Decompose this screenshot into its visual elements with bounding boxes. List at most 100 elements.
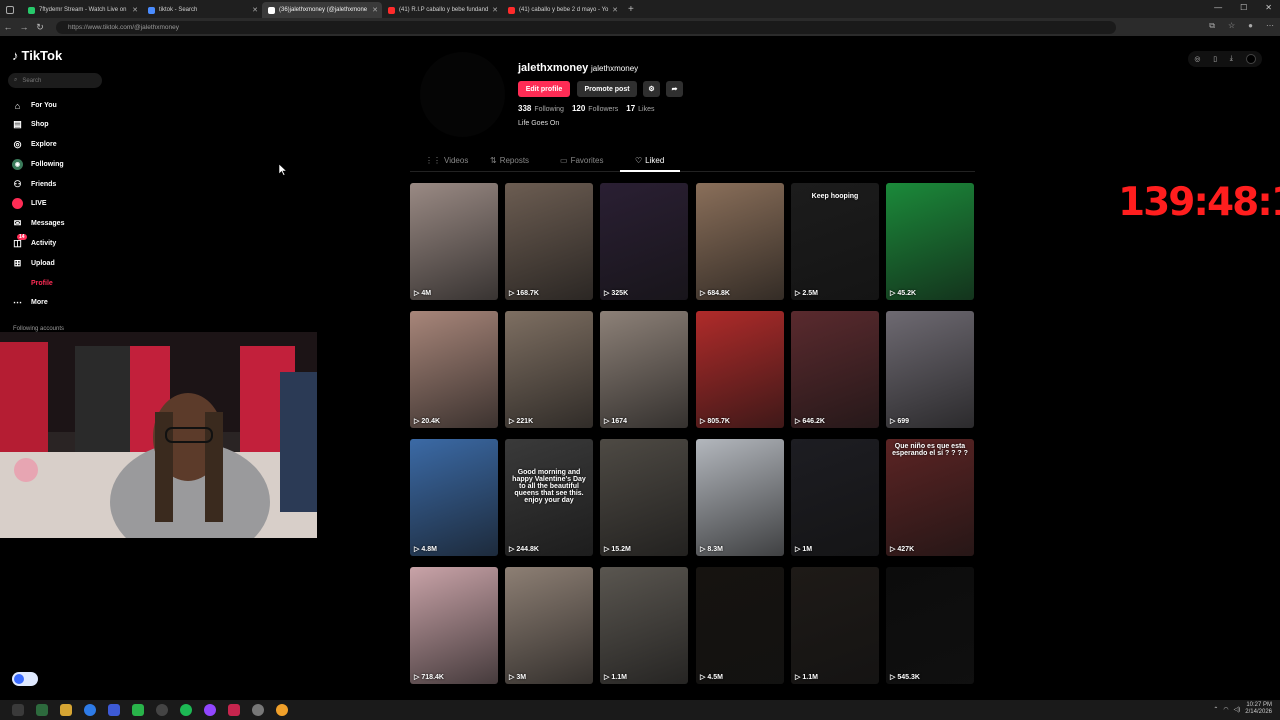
video-thumbnail[interactable]: ▷ 1M <box>791 439 879 556</box>
sidebar-item-profile[interactable]: Profile <box>12 278 53 289</box>
chrome-icon[interactable] <box>276 704 288 716</box>
file-explorer-icon[interactable] <box>60 704 72 716</box>
phone-icon[interactable]: ▯ <box>1213 55 1217 63</box>
sidebar-item-friends[interactable]: ⚇ Friends <box>12 179 56 190</box>
wifi-icon[interactable]: ◠ <box>1223 706 1228 713</box>
url-field[interactable]: https://www.tiktok.com/@jalethxmoney <box>56 20 1116 34</box>
close-icon[interactable]: ✕ <box>132 6 138 14</box>
app-icon[interactable] <box>252 704 264 716</box>
close-icon[interactable]: ✕ <box>612 6 618 14</box>
tiktok-logo[interactable]: ♪ TikTok <box>12 48 62 63</box>
sidebar-item-messages[interactable]: ✉ Messages <box>12 218 65 229</box>
following-stat[interactable]: 338 Following <box>518 104 564 113</box>
extensions-icon[interactable]: ⧉ <box>1209 21 1215 31</box>
theme-toggle[interactable] <box>12 672 38 686</box>
video-thumbnail[interactable]: ▷ 805.7K <box>696 311 784 428</box>
sidebar-item-more[interactable]: ⋯ More <box>12 297 48 308</box>
bookmark-icon: ▭ <box>560 156 568 165</box>
video-thumbnail[interactable]: ▷ 684.8K <box>696 183 784 300</box>
settings-button[interactable]: ⚙ <box>643 81 660 97</box>
volume-icon[interactable]: ◁) <box>1234 706 1241 713</box>
sidebar-item-shop[interactable]: ▤ Shop <box>12 119 48 130</box>
sidebar-item-live[interactable]: ● LIVE <box>12 198 47 209</box>
tab-liked[interactable]: ♡ Liked <box>635 156 664 165</box>
video-thumbnail[interactable]: ▷ 3M <box>505 567 593 684</box>
sidebar-item-activity[interactable]: ◫ Activity 14 <box>12 234 56 249</box>
video-thumbnail[interactable]: Good morning and happy Valentine's Day t… <box>505 439 593 556</box>
edge-icon[interactable] <box>84 704 96 716</box>
app-icon[interactable] <box>228 704 240 716</box>
maximize-icon[interactable]: ☐ <box>1240 3 1247 12</box>
browser-tab-3[interactable]: (36)jalethxmoney (@jalethxmone ✕ <box>262 2 382 18</box>
video-thumbnail[interactable]: ▷ 325K <box>600 183 688 300</box>
app-icon[interactable] <box>132 704 144 716</box>
download-icon[interactable]: ⤓ <box>1230 55 1233 63</box>
promote-post-button[interactable]: Promote post <box>577 81 637 97</box>
tab-reposts[interactable]: ⇅ Reposts <box>490 156 529 165</box>
followers-stat[interactable]: 120 Followers <box>572 104 618 113</box>
sidebar-item-label: Profile <box>31 280 53 287</box>
sidebar-item-following[interactable]: ◉ Following <box>12 159 64 170</box>
video-thumbnail[interactable]: Keep hooping ▷ 2.5M <box>791 183 879 300</box>
new-tab-icon[interactable]: + <box>628 4 634 15</box>
video-thumbnail[interactable]: ▷ 4M <box>410 183 498 300</box>
obs-icon[interactable] <box>156 704 168 716</box>
video-thumbnail[interactable]: ▷ 20.4K <box>410 311 498 428</box>
reload-icon[interactable]: ↻ <box>32 22 48 33</box>
terminal-icon[interactable] <box>36 704 48 716</box>
browser-toolbar-icons: ⧉ ☆ ● ⋯ <box>1209 21 1274 31</box>
compass-small-icon[interactable]: ◎ <box>1194 55 1200 63</box>
close-icon[interactable]: ✕ <box>492 6 498 14</box>
favorites-icon[interactable]: ☆ <box>1228 21 1235 31</box>
edit-profile-button[interactable]: Edit profile <box>518 81 570 97</box>
menu-icon[interactable]: ⋯ <box>1266 21 1274 31</box>
video-thumbnail[interactable]: ▷ 1.1M <box>600 567 688 684</box>
video-thumbnail[interactable]: ▷ 168.7K <box>505 183 593 300</box>
browser-tab-1[interactable]: 7ftydemr Stream - Watch Live on ✕ <box>22 2 142 18</box>
back-icon[interactable]: ← <box>0 22 16 32</box>
video-thumbnail[interactable]: ▷ 221K <box>505 311 593 428</box>
video-thumbnail[interactable]: ▷ 699 <box>886 311 974 428</box>
video-thumbnail[interactable]: ▷ 1.1M <box>791 567 879 684</box>
share-button[interactable]: ➦ <box>666 81 683 97</box>
tab-favorites[interactable]: ▭ Favorites <box>560 156 603 165</box>
view-count-value: 45.2K <box>897 289 917 297</box>
browser-tab-2[interactable]: tiktok - Search ✕ <box>142 2 262 18</box>
close-icon[interactable]: ✕ <box>372 6 378 14</box>
tab-videos[interactable]: ⋮⋮ Videos <box>425 156 468 165</box>
sidebar-item-upload[interactable]: ⊞ Upload <box>12 258 55 269</box>
video-thumbnail[interactable]: ▷ 15.2M <box>600 439 688 556</box>
tab-actions-icon[interactable] <box>0 2 22 18</box>
app-icon[interactable] <box>108 704 120 716</box>
browser-tab-5[interactable]: (41) caballo y bebe 2 d mayo - Yo ✕ <box>502 2 622 18</box>
spotify-icon[interactable] <box>180 704 192 716</box>
browser-tab-4[interactable]: (41) R.I.P caballo y bebe fundand ✕ <box>382 2 502 18</box>
sidebar-item-for-you[interactable]: ⌂ For You <box>12 100 57 111</box>
close-icon[interactable]: ✕ <box>252 6 258 14</box>
view-count: ▷ 1.1M <box>795 673 818 682</box>
profile-avatar-icon[interactable]: ● <box>1248 21 1253 31</box>
video-thumbnail[interactable]: ▷ 8.3M <box>696 439 784 556</box>
app-icon[interactable] <box>204 704 216 716</box>
video-thumbnail[interactable]: ▷ 718.4K <box>410 567 498 684</box>
video-thumbnail[interactable]: ▷ 646.2K <box>791 311 879 428</box>
sidebar-item-explore[interactable]: ◎ Explore <box>12 139 57 150</box>
profile-avatar[interactable] <box>420 52 505 137</box>
chevron-up-icon[interactable]: ⌃ <box>1213 706 1218 713</box>
search-input[interactable]: ⌕ Search <box>8 73 102 88</box>
close-window-icon[interactable]: ✕ <box>1265 3 1272 12</box>
clock[interactable]: 10:27 PM 2/14/2026 <box>1245 702 1272 716</box>
toggle-icon[interactable] <box>1245 54 1256 64</box>
minimize-icon[interactable]: — <box>1214 3 1222 12</box>
tab-title: tiktok - Search <box>159 7 198 13</box>
video-thumbnail[interactable]: ▷ 4.5M <box>696 567 784 684</box>
video-thumbnail[interactable]: ▷ 4.8M <box>410 439 498 556</box>
tab-favicon <box>28 6 35 14</box>
tiktok-note-icon: ♪ <box>12 48 19 63</box>
video-thumbnail[interactable]: ▷ 1674 <box>600 311 688 428</box>
video-thumbnail[interactable]: ▷ 545.3K <box>886 567 974 684</box>
video-thumbnail[interactable]: ▷ 45.2K <box>886 183 974 300</box>
video-thumbnail[interactable]: Que niño es que esta esperando el sí ? ?… <box>886 439 974 556</box>
forward-icon[interactable]: → <box>16 22 32 32</box>
start-icon[interactable] <box>12 704 24 716</box>
